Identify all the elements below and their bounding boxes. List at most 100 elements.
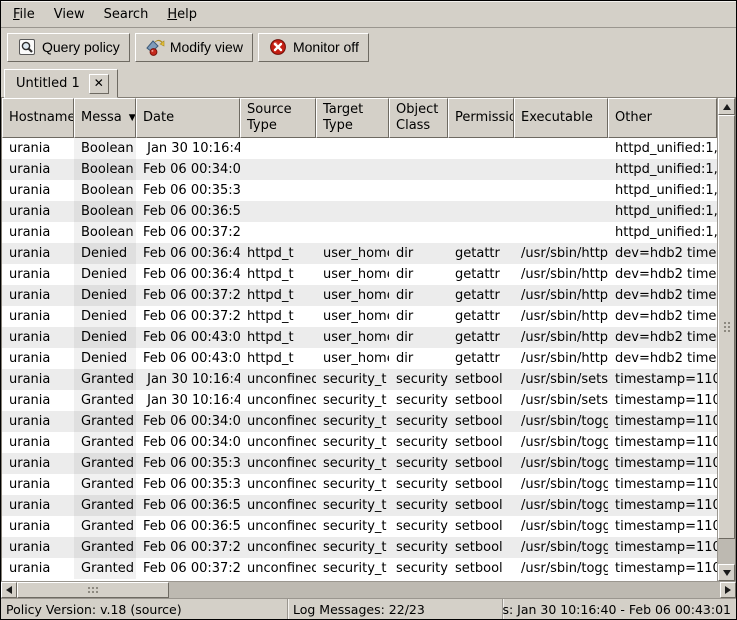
monitor-off-button[interactable]: Monitor off — [258, 33, 369, 62]
table-cell: security_t — [316, 537, 389, 558]
table-cell: urania — [2, 306, 74, 327]
table-cell: Denied — [74, 348, 136, 369]
menu-view[interactable]: View — [47, 3, 92, 26]
table-cell: timestamp=11076 — [608, 432, 717, 453]
table-cell: Feb 06 00:34:01 — [136, 411, 240, 432]
table-row[interactable]: uraniaBooleanFeb 06 00:34:01httpd_unifie… — [2, 159, 717, 180]
table-row[interactable]: uraniaDeniedFeb 06 00:36:44httpd_tuser_h… — [2, 264, 717, 285]
table-row[interactable]: uraniaGrantedFeb 06 00:35:35unconfined_s… — [2, 453, 717, 474]
table-cell — [316, 159, 389, 180]
scroll-up-button[interactable] — [718, 98, 735, 115]
vertical-scrollbar-thumb[interactable] — [718, 115, 735, 539]
table-cell: unconfined_ — [240, 432, 316, 453]
column-header-object-class[interactable]: Object Class — [389, 98, 448, 138]
tab-close-button[interactable]: ✕ — [89, 74, 109, 94]
table-row[interactable]: uraniaDeniedFeb 06 00:37:27httpd_tuser_h… — [2, 306, 717, 327]
table-cell: /usr/sbin/httpd — [514, 306, 608, 327]
table-cell: unconfined_ — [240, 390, 316, 411]
table-cell: Feb 06 00:37:27 — [136, 285, 240, 306]
table-cell: user_home_ — [316, 306, 389, 327]
table-cell: urania — [2, 390, 74, 411]
vertical-scrollbar[interactable] — [717, 98, 735, 581]
table-cell: urania — [2, 537, 74, 558]
table-cell: timestamp=11076 — [608, 453, 717, 474]
table-cell: Jan 30 10:16:40 — [136, 369, 240, 390]
table-cell: urania — [2, 453, 74, 474]
column-header-date[interactable]: Date — [136, 98, 240, 138]
table-cell: unconfined_ — [240, 558, 316, 579]
table-cell: Granted — [74, 537, 136, 558]
table-cell — [448, 138, 514, 159]
table-cell: urania — [2, 411, 74, 432]
table-row[interactable]: uraniaDeniedFeb 06 00:43:01httpd_tuser_h… — [2, 348, 717, 369]
table-row[interactable]: uraniaBooleanFeb 06 00:36:56httpd_unifie… — [2, 201, 717, 222]
table-row[interactable]: uraniaGrantedFeb 06 00:35:35unconfined_s… — [2, 474, 717, 495]
table-cell: security_t — [316, 516, 389, 537]
table-cell: Feb 06 00:36:56 — [136, 495, 240, 516]
table-cell: security_t — [316, 453, 389, 474]
column-header-target-type[interactable]: Target Type — [316, 98, 389, 138]
table-cell: /usr/sbin/toggle — [514, 537, 608, 558]
table-row[interactable]: uraniaDeniedFeb 06 00:37:27httpd_tuser_h… — [2, 285, 717, 306]
table-cell: Boolean — [74, 180, 136, 201]
arrow-right-icon — [725, 586, 731, 594]
table-row[interactable]: uraniaGrantedFeb 06 00:34:01unconfined_s… — [2, 432, 717, 453]
modify-view-icon — [145, 37, 165, 57]
table-row[interactable]: uraniaGrantedFeb 06 00:37:25unconfined_s… — [2, 558, 717, 579]
column-label: Object Class — [396, 102, 443, 133]
dates-text: Dates: Jan 30 10:16:40 - Feb 06 00:43:01 — [502, 602, 731, 617]
menu-file[interactable]: File — [6, 3, 42, 26]
table-cell: Feb 06 00:35:35 — [136, 180, 240, 201]
table-cell — [316, 201, 389, 222]
scroll-down-button[interactable] — [718, 564, 735, 581]
column-header-permission[interactable]: Permission — [448, 98, 514, 138]
column-header-message[interactable]: Messa ▼ — [74, 98, 136, 138]
table-cell: Denied — [74, 327, 136, 348]
tab-untitled-1[interactable]: Untitled 1 ✕ — [4, 69, 118, 98]
horizontal-scrollbar-thumb[interactable] — [17, 582, 169, 598]
table-row[interactable]: uraniaDeniedFeb 06 00:36:44httpd_tuser_h… — [2, 243, 717, 264]
table-row[interactable]: uraniaGrantedFeb 06 00:37:25unconfined_s… — [2, 537, 717, 558]
table-cell: /usr/sbin/httpd — [514, 243, 608, 264]
table-row[interactable]: uraniaDeniedFeb 06 00:43:01httpd_tuser_h… — [2, 327, 717, 348]
table-cell: dev=hdb2 timesta — [608, 306, 717, 327]
column-header-other[interactable]: Other — [608, 98, 717, 138]
table-row[interactable]: uraniaGrantedFeb 06 00:34:01unconfined_s… — [2, 411, 717, 432]
scroll-left-button[interactable] — [1, 582, 17, 598]
scroll-right-button[interactable] — [720, 582, 736, 598]
table-row[interactable]: uraniaGrantedFeb 06 00:36:56unconfined_s… — [2, 516, 717, 537]
table-cell: security_t — [316, 495, 389, 516]
table-cell: security — [389, 537, 448, 558]
table-cell: /usr/sbin/toggle — [514, 495, 608, 516]
table-cell: unconfined_ — [240, 537, 316, 558]
table-cell: urania — [2, 348, 74, 369]
sort-descending-icon: ▼ — [129, 113, 136, 124]
table-cell: urania — [2, 264, 74, 285]
query-policy-label: Query policy — [42, 39, 120, 55]
column-label: Messa — [81, 110, 122, 126]
table-cell: Feb 06 00:35:35 — [136, 474, 240, 495]
menu-search[interactable]: Search — [97, 3, 156, 26]
table-cell: getattr — [448, 348, 514, 369]
table-row[interactable]: uraniaGranted Jan 30 10:16:40unconfined_… — [2, 369, 717, 390]
table-row[interactable]: uraniaBooleanFeb 06 00:35:35httpd_unifie… — [2, 180, 717, 201]
column-label: Permission — [455, 110, 514, 126]
table-cell: Feb 06 00:36:44 — [136, 264, 240, 285]
horizontal-scrollbar[interactable] — [1, 581, 736, 598]
column-header-source-type[interactable]: Source Type — [240, 98, 316, 138]
table-row[interactable]: uraniaGrantedFeb 06 00:36:56unconfined_s… — [2, 495, 717, 516]
query-policy-button[interactable]: Query policy — [7, 33, 130, 62]
vertical-scrollbar-trough[interactable] — [718, 539, 735, 564]
table-row[interactable]: uraniaBooleanFeb 06 00:37:25httpd_unifie… — [2, 222, 717, 243]
table-row[interactable]: uraniaBoolean Jan 30 10:16:40httpd_unifi… — [2, 138, 717, 159]
modify-view-button[interactable]: Modify view — [135, 33, 253, 62]
policy-version-status: Policy Version: v.18 (source) — [1, 599, 287, 619]
horizontal-scrollbar-trough[interactable] — [169, 582, 720, 598]
table-row[interactable]: uraniaGranted Jan 30 10:16:40unconfined_… — [2, 390, 717, 411]
column-header-hostname[interactable]: Hostname — [2, 98, 74, 138]
column-header-executable[interactable]: Executable — [514, 98, 608, 138]
dates-status: Dates: Jan 30 10:16:40 - Feb 06 00:43:01 — [502, 599, 736, 619]
menu-help[interactable]: Help — [160, 3, 204, 26]
table-cell: security_t — [316, 369, 389, 390]
table-cell: Granted — [74, 411, 136, 432]
